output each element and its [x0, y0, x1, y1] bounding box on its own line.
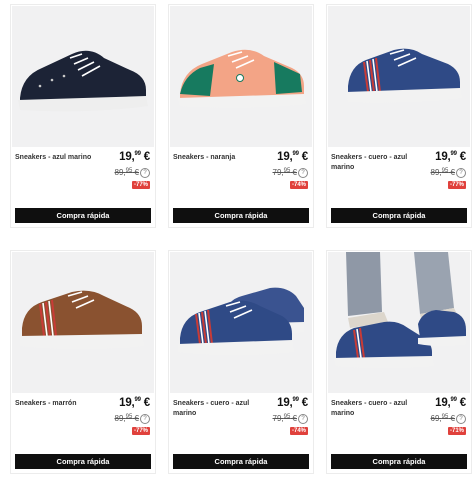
help-icon[interactable]: ? — [140, 414, 150, 424]
product-price: 19,99 € — [119, 397, 150, 409]
discount-badge: -71% — [447, 427, 466, 435]
sneaker-blue-stripes-image — [328, 6, 470, 147]
product-card[interactable]: Sneakers - azul marino 19,99 € 89,95 € ?… — [10, 4, 156, 228]
quick-buy-button[interactable]: Compra rápida — [173, 208, 309, 223]
product-price: 19,99 € — [119, 151, 150, 163]
product-image[interactable] — [12, 6, 154, 147]
quick-buy-button[interactable]: Compra rápida — [15, 208, 151, 223]
product-card[interactable]: Sneakers - cuero - azul marino 19,99 € 8… — [326, 4, 472, 228]
product-name[interactable]: Sneakers - naranja — [173, 153, 255, 163]
product-image[interactable] — [328, 252, 470, 393]
product-name[interactable]: Sneakers - marrón — [15, 399, 97, 409]
help-icon[interactable]: ? — [456, 414, 466, 424]
quick-buy-button[interactable]: Compra rápida — [173, 454, 309, 469]
sneaker-navy-suede-image — [12, 6, 154, 147]
sneaker-on-foot-image — [328, 252, 470, 393]
product-name[interactable]: Sneakers - cuero - azul marino — [331, 153, 413, 173]
original-price: 69,95 € — [430, 414, 456, 423]
product-image[interactable] — [170, 252, 312, 393]
quick-buy-button[interactable]: Compra rápida — [331, 208, 467, 223]
product-image[interactable] — [328, 6, 470, 147]
help-icon[interactable]: ? — [298, 168, 308, 178]
quick-buy-button[interactable]: Compra rápida — [15, 454, 151, 469]
original-price: 89,95 € — [430, 168, 456, 177]
product-price: 19,99 € — [435, 397, 466, 409]
product-image[interactable] — [12, 252, 154, 393]
help-icon[interactable]: ? — [298, 414, 308, 424]
discount-badge: -77% — [131, 427, 150, 435]
sneaker-brown-leather-image — [12, 252, 154, 393]
sneaker-orange-green-image — [170, 6, 312, 147]
product-image[interactable] — [170, 6, 312, 147]
product-name[interactable]: Sneakers - cuero - azul marino — [331, 399, 413, 419]
original-price: 89,95 € — [114, 414, 140, 423]
product-card[interactable]: Sneakers - cuero - azul marino 19,99 € 6… — [326, 250, 472, 474]
discount-badge: -74% — [289, 427, 308, 435]
help-icon[interactable]: ? — [456, 168, 466, 178]
discount-badge: -77% — [447, 181, 466, 189]
product-card[interactable]: Sneakers - naranja 19,99 € 79,95 € ? -74… — [168, 4, 314, 228]
discount-badge: -77% — [131, 181, 150, 189]
product-card[interactable]: Sneakers - marrón 19,99 € 89,95 € ? -77%… — [10, 250, 156, 474]
product-price: 19,99 € — [277, 151, 308, 163]
product-grid: Sneakers - azul marino 19,99 € 89,95 € ?… — [0, 0, 475, 479]
product-price: 19,99 € — [277, 397, 308, 409]
sneaker-blue-pair-image — [170, 252, 312, 393]
original-price: 79,95 € — [272, 168, 298, 177]
product-price: 19,99 € — [435, 151, 466, 163]
quick-buy-button[interactable]: Compra rápida — [331, 454, 467, 469]
discount-badge: -74% — [289, 181, 308, 189]
original-price: 89,95 € — [114, 168, 140, 177]
product-name[interactable]: Sneakers - azul marino — [15, 153, 97, 163]
product-card[interactable]: Sneakers - cuero - azul marino 19,99 € 7… — [168, 250, 314, 474]
original-price: 79,95 € — [272, 414, 298, 423]
product-name[interactable]: Sneakers - cuero - azul marino — [173, 399, 255, 419]
help-icon[interactable]: ? — [140, 168, 150, 178]
